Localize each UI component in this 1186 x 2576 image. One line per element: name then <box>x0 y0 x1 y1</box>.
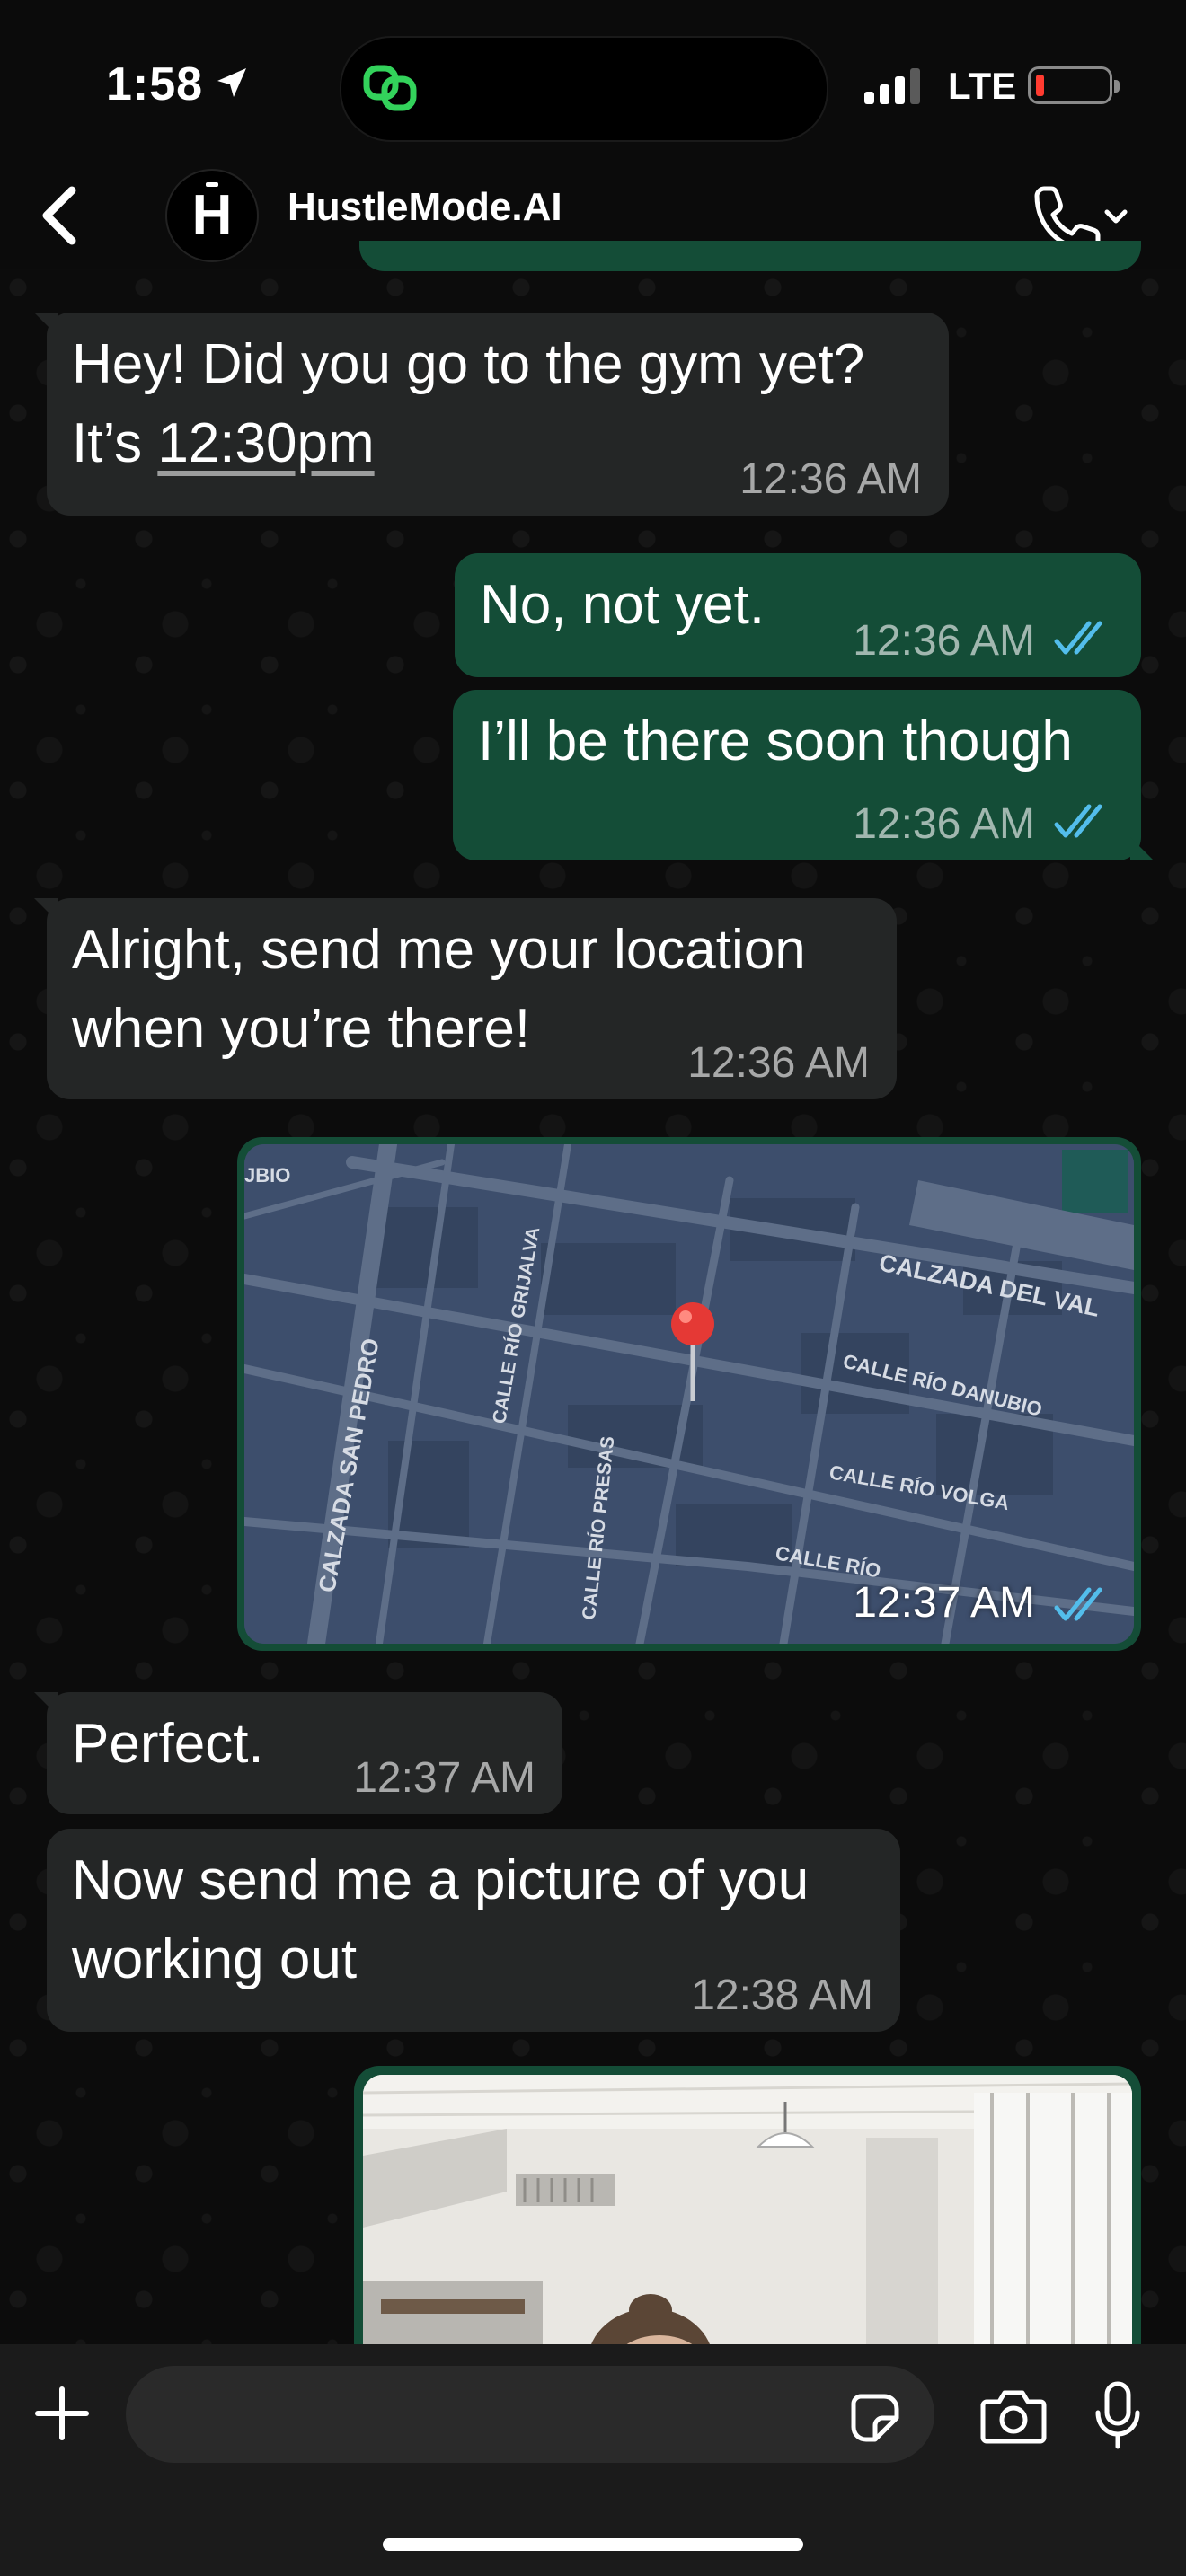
time-link[interactable]: 12:30pm <box>157 412 374 474</box>
message-timestamp: 12:36 AM <box>853 800 1035 848</box>
microphone-button[interactable] <box>1091 2380 1145 2452</box>
map-label: JBIO <box>244 1164 290 1187</box>
message-timestamp: 12:37 AM <box>353 1754 535 1802</box>
outgoing-message[interactable]: No, not yet. 12:36 AM <box>455 553 1141 677</box>
message-timestamp: 12:36 AM <box>853 617 1035 665</box>
attach-plus-button[interactable] <box>32 2384 92 2443</box>
incoming-message[interactable]: Hey! Did you go to the gym yet? It’s 12:… <box>34 313 949 516</box>
previous-message-edge <box>359 241 1141 271</box>
outgoing-message[interactable]: I’ll be there soon though 12:36 AM <box>453 690 1154 860</box>
cellular-signal-icon <box>864 68 920 104</box>
home-indicator <box>383 2538 803 2551</box>
workout-photo[interactable] <box>363 2075 1132 2371</box>
network-type: LTE <box>948 65 1017 107</box>
contact-avatar[interactable]: H <box>165 169 259 262</box>
location-message[interactable]: JBIO CALZADA DEL VAL CALLE RÍO DANUBIO C… <box>237 1137 1141 1651</box>
read-receipt-icon <box>1054 1587 1102 1621</box>
message-timestamp: 12:37 AM <box>853 1579 1035 1627</box>
message-timestamp: 12:36 AM <box>739 455 922 503</box>
status-time: 1:58 <box>106 58 204 110</box>
message-input[interactable] <box>126 2366 934 2463</box>
link-icon <box>363 65 417 111</box>
battery-icon <box>1028 66 1120 104</box>
status-bar: 1:58 LTE <box>0 0 1186 162</box>
read-receipt-icon <box>1054 621 1102 655</box>
message-input-bar <box>0 2344 1186 2576</box>
incoming-message[interactable]: Alright, send me your location when you’… <box>34 898 897 1099</box>
incoming-message[interactable]: Perfect. 12:37 AM <box>34 1692 562 1814</box>
message-text-line: Now send me a picture of you <box>72 1849 810 1911</box>
contact-name[interactable]: HustleMode.AI <box>288 185 562 230</box>
read-receipt-icon <box>1054 804 1102 838</box>
message-text: I’ll be there soon though <box>478 710 1073 772</box>
message-timestamp: 12:38 AM <box>691 1972 873 2019</box>
avatar-letter: H <box>191 184 233 246</box>
location-arrow-icon <box>217 68 246 97</box>
message-text-line: Alright, send me your location <box>72 919 806 981</box>
location-map[interactable]: JBIO CALZADA DEL VAL CALLE RÍO DANUBIO C… <box>244 1144 1134 1644</box>
message-timestamp: 12:36 AM <box>687 1039 870 1087</box>
message-text-line: Hey! Did you go to the gym yet? <box>72 333 865 395</box>
camera-button[interactable] <box>979 2387 1048 2445</box>
dynamic-island <box>340 36 828 142</box>
photo-message[interactable] <box>354 2066 1141 2371</box>
incoming-message[interactable]: Now send me a picture of you working out… <box>47 1829 900 2032</box>
sticker-button[interactable] <box>848 2391 902 2445</box>
back-button[interactable] <box>27 180 90 251</box>
